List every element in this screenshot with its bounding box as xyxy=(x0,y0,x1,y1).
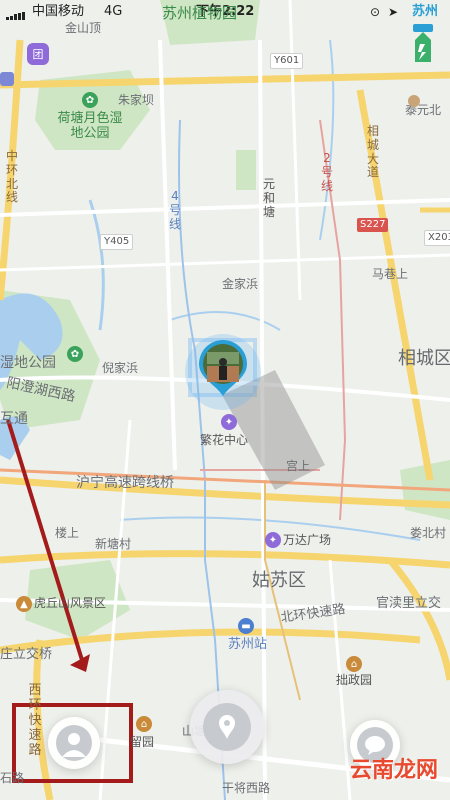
label-sijing: 石路 xyxy=(0,771,25,785)
label-gusu: 姑苏区 xyxy=(252,570,306,591)
wanda-shop-icon: ✦ xyxy=(265,532,281,548)
label-xihuan: 西环快速路 xyxy=(28,683,42,758)
carrier-label: 中国移动 xyxy=(32,4,85,19)
label-wetland-park: 湿地公园 xyxy=(0,355,56,371)
mall-poi-icon[interactable]: 团 xyxy=(27,43,49,65)
label-ganjiang-w: 干将西路 xyxy=(222,781,271,795)
label-zhuangjiao: 庄立交桥 xyxy=(0,647,53,662)
rotation-lock-icon: ⊙ xyxy=(370,5,381,19)
label-fanhua: 繁花中心 xyxy=(200,433,249,447)
label-guanduli: 官渎里立交 xyxy=(376,596,442,611)
road-shield-y405: Y405 xyxy=(100,234,134,250)
label-wanda: 万达广场 xyxy=(283,533,332,547)
label-line2: 2号线 xyxy=(320,151,333,193)
user-location-pin[interactable] xyxy=(197,338,249,398)
label-xiangcheng-ave: 相城大道 xyxy=(366,124,379,180)
train-station-icon: ▬ xyxy=(238,618,254,634)
label-xiangcheng-qu: 相城区 xyxy=(398,348,450,369)
huqiu-scenic-icon: ▲ xyxy=(16,596,32,612)
label-nijiabang: 倪家浜 xyxy=(102,361,139,375)
location-arrow-icon: ➤ xyxy=(388,5,399,19)
label-huqiu: 虎丘山风景区 xyxy=(34,596,107,610)
label-line4: 4号线 xyxy=(168,189,181,231)
zhuozheng-icon: ⌂ xyxy=(346,656,362,672)
road-shield-x203: X203 xyxy=(424,230,450,246)
label-botanical: 苏州植物园 xyxy=(162,4,238,22)
label-jinshanding: 金山顶 xyxy=(65,21,102,35)
location-pin-icon xyxy=(203,703,251,751)
locate-button[interactable] xyxy=(190,690,264,764)
label-jinjiabang: 金家浜 xyxy=(222,277,259,291)
road-shield-s227: S227 xyxy=(357,218,389,232)
label-xintangcun: 新塘村 xyxy=(95,537,132,551)
label-zhujiaba: 朱家坝 xyxy=(118,93,155,107)
label-gongshang: 宫上 xyxy=(286,459,311,473)
road-shield-y601: Y601 xyxy=(270,53,304,69)
park-icon: ✿ xyxy=(82,92,98,108)
network-label: 4G xyxy=(104,4,123,19)
label-loushang: 楼上 xyxy=(55,526,80,540)
label-huning: 沪宁高速跨线桥 xyxy=(76,475,174,491)
profile-button[interactable] xyxy=(48,717,100,769)
label-hetang: 荷塘月色湿地公园 xyxy=(57,111,123,141)
museum-icon xyxy=(408,95,420,107)
label-zhuozheng: 拙政园 xyxy=(336,673,373,687)
label-yuanhetang: 元和塘 xyxy=(262,177,275,219)
shopping-icon xyxy=(0,72,14,86)
fanhua-shop-icon: ✦ xyxy=(221,414,237,430)
label-liuyuan: 留园 xyxy=(130,735,155,749)
label-loubei: 娄北村 xyxy=(410,526,447,540)
lake-park-icon: ✿ xyxy=(67,346,83,362)
label-suzhou-station: 苏州站 xyxy=(228,637,268,652)
greenhouse-icon xyxy=(410,22,436,66)
liuyuan-icon: ⌂ xyxy=(136,716,152,732)
person-icon xyxy=(56,725,92,761)
label-majiashang: 马巷上 xyxy=(372,267,409,281)
city-badge[interactable]: 苏州 xyxy=(412,4,438,20)
signal-icon xyxy=(6,9,28,25)
watermark: 云南龙网 xyxy=(349,758,438,783)
label-zhonghuan-bei: 中环北线 xyxy=(5,149,18,205)
label-hutong: 互通 xyxy=(0,411,28,427)
